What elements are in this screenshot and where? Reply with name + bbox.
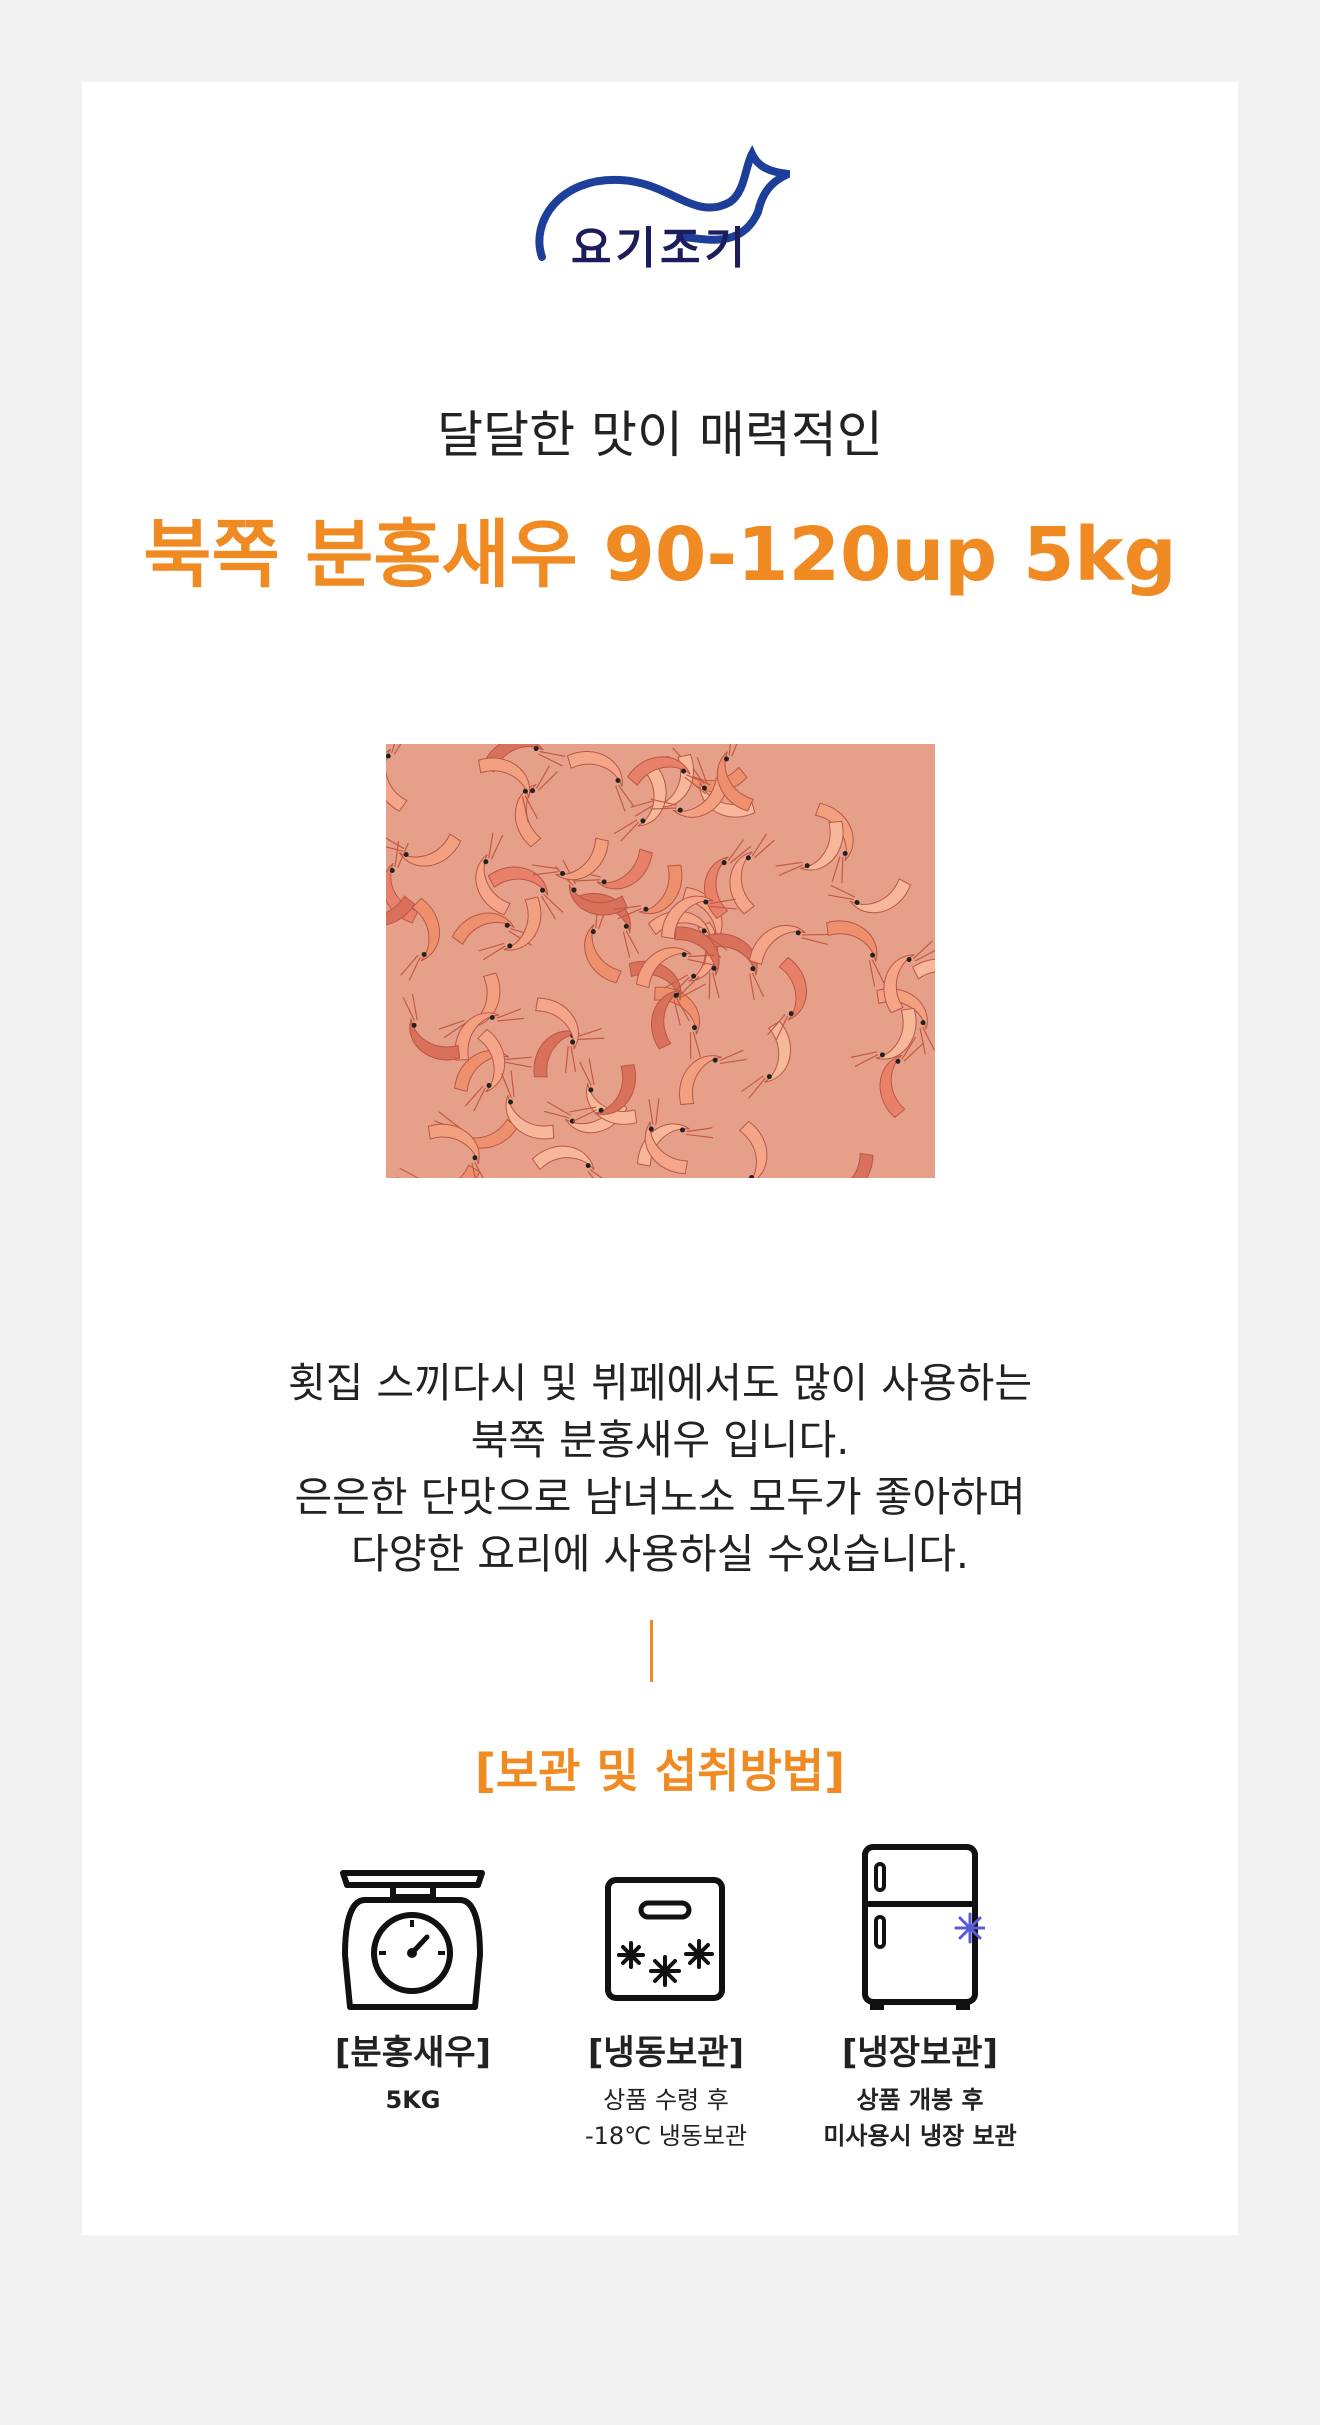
freezer-box-icon — [603, 1875, 728, 2009]
storage-item-label: [냉장보관] — [841, 2033, 999, 2073]
description-line: 은은한 단맛으로 남녀노소 모두가 좋아하며 — [294, 1473, 1026, 1521]
storage-item-note: 상품 개봉 후 미사용시 냉장 보관 — [823, 2086, 1017, 2150]
description-line: 다양한 요리에 사용하실 수있습니다. — [351, 1530, 969, 1578]
brand-logo-text: 요기조기 — [571, 223, 749, 274]
snowflake-icon — [954, 1912, 986, 1944]
storage-section-title: [보관 및 섭취방법] — [474, 1744, 846, 1798]
section-divider — [650, 1620, 653, 1682]
product-subtitle: 달달한 맛이 매력적인 — [437, 406, 883, 464]
shrimp-product-photo — [386, 744, 935, 1178]
brand-logo: 요기조기 — [530, 142, 804, 277]
description-line: 횟집 스끼다시 및 뷔페에서도 많이 사용하는 — [287, 1359, 1033, 1407]
description-line: 북쪽 분홍새우 입니다. — [470, 1416, 850, 1464]
scale-icon — [335, 1865, 490, 2019]
refrigerator-icon — [860, 1842, 986, 2016]
product-title: 북쪽 분홍새우 90-120up 5kg — [143, 512, 1177, 598]
product-description: 횟집 스끼다시 및 뷔페에서도 많이 사용하는 북쪽 분홍새우 입니다. 은은한… — [0, 1355, 1320, 1583]
shrimp-pile-image — [386, 744, 935, 1178]
